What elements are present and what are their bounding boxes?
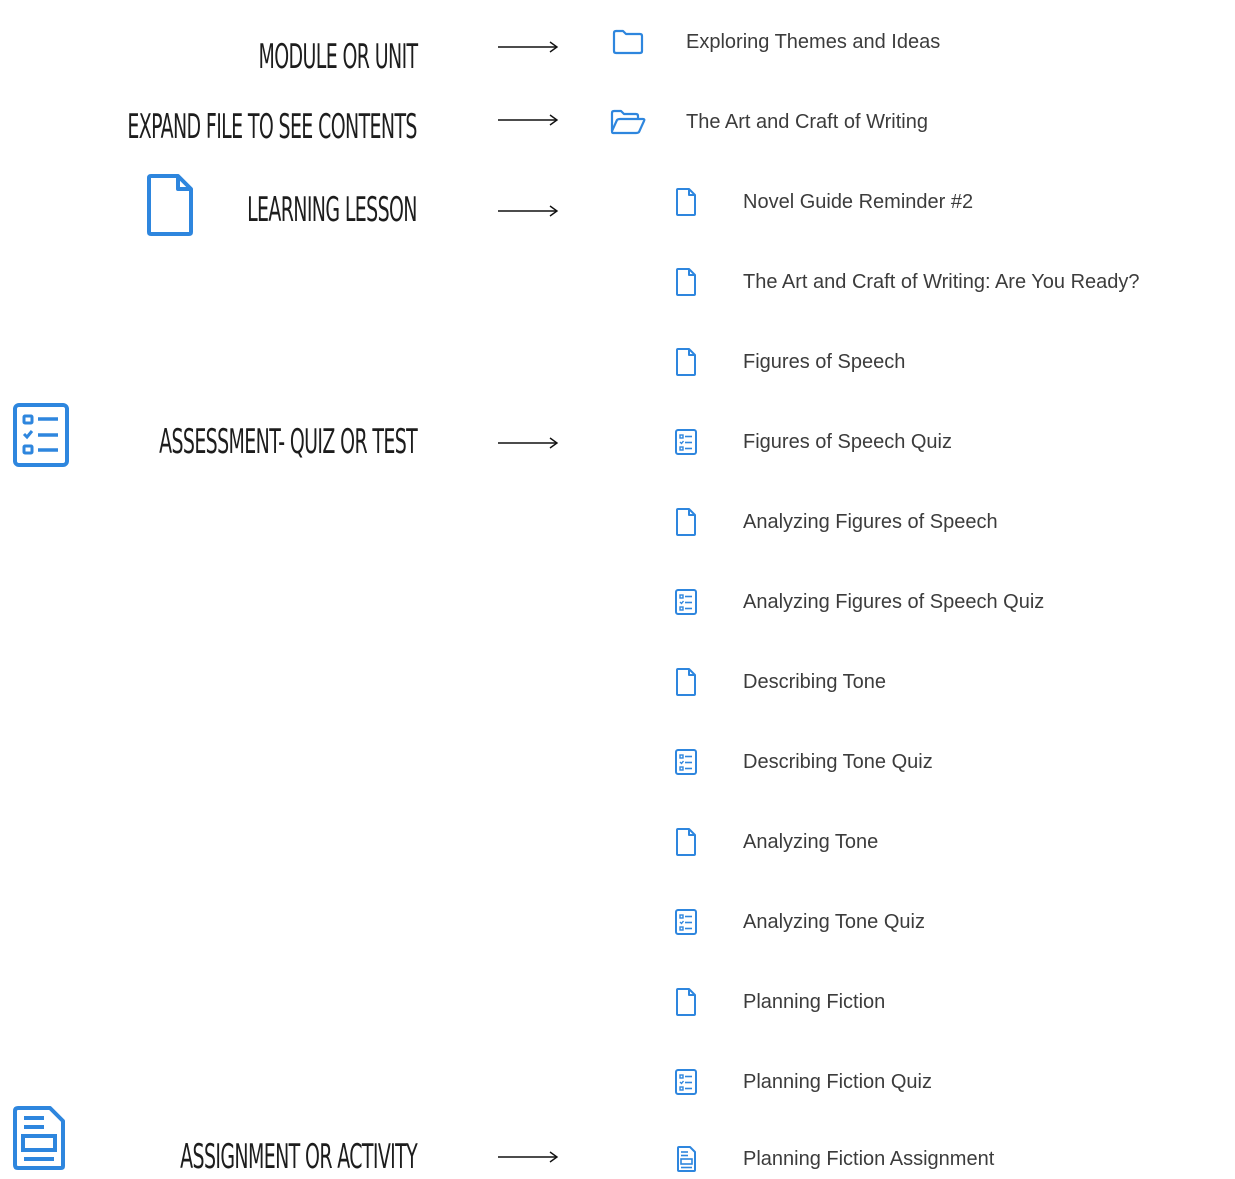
lesson-row[interactable]: Planning Fiction [666, 982, 885, 1022]
checklist-icon [666, 1062, 706, 1102]
lesson-row[interactable]: Novel Guide Reminder #2 [666, 182, 973, 222]
quiz-row[interactable]: Analyzing Tone Quiz [666, 902, 925, 942]
file-icon [666, 502, 706, 542]
assignment-row[interactable]: Planning Fiction Assignment [666, 1139, 994, 1179]
item-label: Describing Tone Quiz [743, 750, 933, 773]
module-row-exploring-themes[interactable]: Exploring Themes and Ideas [608, 22, 940, 62]
lesson-row[interactable]: The Art and Craft of Writing: Are You Re… [666, 262, 1140, 302]
legend-assignment-label: ASSIGNMENT OR ACTIVITY [180, 1137, 417, 1177]
legend-checklist-icon [13, 403, 69, 467]
quiz-row[interactable]: Figures of Speech Quiz [666, 422, 952, 462]
file-icon [666, 822, 706, 862]
item-label: Analyzing Figures of Speech [743, 510, 998, 533]
item-label: Figures of Speech [743, 350, 906, 373]
legend-assignment-icon [13, 1106, 65, 1170]
item-label: Analyzing Figures of Speech Quiz [743, 590, 1045, 613]
item-label: Describing Tone [743, 670, 887, 693]
lesson-row[interactable]: Describing Tone [666, 662, 886, 702]
item-label: Novel Guide Reminder #2 [743, 190, 974, 213]
file-icon [666, 182, 706, 222]
arrow-right-icon [498, 437, 559, 449]
folder-icon [608, 22, 648, 62]
checklist-icon [666, 742, 706, 782]
file-icon [666, 982, 706, 1022]
item-label: Analyzing Tone Quiz [743, 910, 925, 933]
module-row-art-and-craft[interactable]: The Art and Craft of Writing [608, 102, 928, 142]
item-label: Planning Fiction [743, 990, 886, 1013]
file-icon [666, 342, 706, 382]
lesson-row[interactable]: Analyzing Tone [666, 822, 878, 862]
item-label: Analyzing Tone [743, 830, 879, 853]
quiz-row[interactable]: Analyzing Figures of Speech Quiz [666, 582, 1044, 622]
legend-file-icon [147, 174, 193, 236]
checklist-icon [666, 422, 706, 462]
arrow-right-icon [498, 114, 559, 126]
checklist-icon [666, 582, 706, 622]
legend-lesson-label: LEARNING LESSON [247, 190, 417, 230]
arrow-right-icon [498, 41, 559, 53]
arrow-right-icon [498, 1151, 559, 1163]
quiz-row[interactable]: Planning Fiction Quiz [666, 1062, 932, 1102]
file-icon [666, 262, 706, 302]
item-label: The Art and Craft of Writing: Are You Re… [743, 270, 1140, 293]
legend-expand-label: EXPAND FILE TO SEE CONTENTS [127, 107, 418, 147]
checklist-icon [666, 902, 706, 942]
arrow-right-icon [498, 205, 559, 217]
module-label: The Art and Craft of Writing [686, 110, 928, 133]
item-label: Figures of Speech Quiz [743, 430, 952, 453]
item-label: Planning Fiction Quiz [743, 1070, 932, 1093]
lesson-row[interactable]: Figures of Speech [666, 342, 905, 382]
file-icon [666, 662, 706, 702]
assignment-icon [666, 1139, 706, 1179]
legend-module-label: MODULE OR UNIT [257, 37, 418, 77]
lesson-row[interactable]: Analyzing Figures of Speech [666, 502, 998, 542]
legend-assessment-label: ASSESSMENT- QUIZ OR TEST [159, 422, 418, 462]
folder-open-icon [608, 102, 648, 142]
quiz-row[interactable]: Describing Tone Quiz [666, 742, 933, 782]
item-label: Planning Fiction Assignment [743, 1147, 995, 1170]
module-label: Exploring Themes and Ideas [686, 30, 941, 53]
